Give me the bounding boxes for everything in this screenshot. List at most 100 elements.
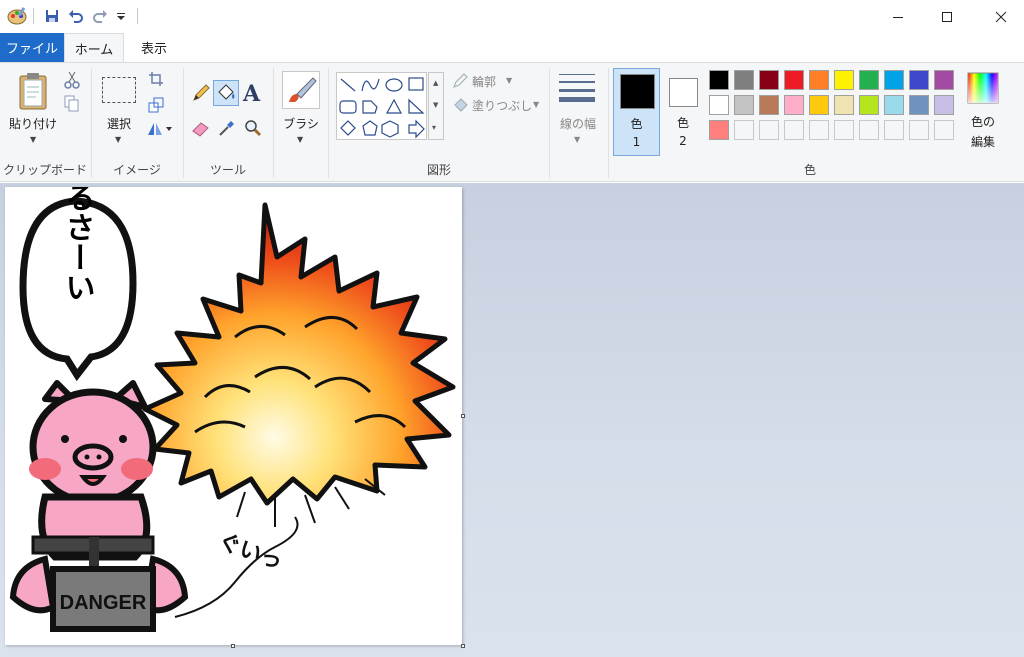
palette-swatch[interactable] bbox=[934, 95, 954, 115]
paste-label[interactable]: 貼り付け bbox=[4, 115, 62, 132]
redo-icon[interactable] bbox=[90, 6, 110, 26]
shapes-scrollbar[interactable]: ▲ ▼ ▾ bbox=[428, 72, 444, 140]
rotate-icon[interactable] bbox=[146, 121, 172, 141]
speech-text: うるさーい bbox=[60, 187, 95, 302]
minimize-icon bbox=[893, 16, 903, 18]
size-button[interactable] bbox=[558, 71, 596, 111]
size-label[interactable]: 線の幅 bbox=[553, 115, 603, 132]
tab-file[interactable]: ファイル bbox=[0, 33, 64, 62]
palette-swatch[interactable] bbox=[909, 95, 929, 115]
text-tool-icon[interactable]: A bbox=[243, 81, 260, 107]
color2-button[interactable]: 色 2 bbox=[663, 68, 703, 156]
clipboard-group-label: クリップボード bbox=[2, 163, 87, 177]
palette-swatch[interactable] bbox=[759, 70, 779, 90]
edit-colors-button[interactable] bbox=[966, 71, 1000, 105]
brushes-button[interactable] bbox=[282, 71, 320, 109]
color-spectrum-icon bbox=[967, 72, 999, 104]
pencil-icon[interactable] bbox=[191, 83, 211, 107]
color1-swatch bbox=[620, 74, 655, 109]
palette-swatch[interactable] bbox=[734, 70, 754, 90]
palette-swatch[interactable] bbox=[934, 70, 954, 90]
fill-dropdown-caret[interactable]: ▼ bbox=[533, 100, 539, 109]
select-dropdown-caret[interactable]: ▼ bbox=[115, 135, 121, 144]
palette-swatch[interactable] bbox=[834, 70, 854, 90]
select-icon[interactable] bbox=[102, 77, 136, 103]
palette-swatch[interactable] bbox=[859, 70, 879, 90]
paste-button[interactable] bbox=[14, 71, 52, 115]
palette-swatch[interactable] bbox=[784, 70, 804, 90]
color-picker-icon[interactable] bbox=[218, 119, 236, 141]
canvas-resize-handle-right[interactable] bbox=[461, 414, 465, 418]
palette-swatch-empty[interactable] bbox=[909, 120, 929, 140]
palette-swatch[interactable] bbox=[759, 95, 779, 115]
expand-icon[interactable]: ▾ bbox=[432, 123, 436, 132]
palette-swatch[interactable] bbox=[734, 95, 754, 115]
edit-colors-label[interactable]: 色の bbox=[962, 113, 1004, 130]
shapes-group-label: 図形 bbox=[426, 163, 451, 177]
brushes-label[interactable]: ブラシ bbox=[278, 115, 324, 132]
fill-icon[interactable] bbox=[452, 96, 470, 116]
palette-swatch[interactable] bbox=[909, 70, 929, 90]
palette-swatch[interactable] bbox=[784, 95, 804, 115]
eraser-icon[interactable] bbox=[191, 119, 211, 141]
line-width-icon bbox=[559, 74, 595, 102]
save-icon[interactable] bbox=[42, 6, 62, 26]
shapes-gallery-icons bbox=[339, 77, 425, 139]
sfx-text: ぐいっ bbox=[215, 529, 286, 575]
select-label[interactable]: 選択 bbox=[94, 115, 144, 132]
palette-swatch[interactable] bbox=[709, 70, 729, 90]
paint-app-icon[interactable] bbox=[6, 6, 28, 26]
minimize-button[interactable] bbox=[875, 0, 921, 33]
palette-swatch-empty[interactable] bbox=[884, 120, 904, 140]
tab-view[interactable]: 表示 bbox=[128, 33, 180, 62]
tab-home[interactable]: ホーム bbox=[64, 33, 124, 63]
palette-swatch-empty[interactable] bbox=[759, 120, 779, 140]
crop-icon[interactable] bbox=[148, 71, 164, 91]
close-button[interactable] bbox=[978, 0, 1024, 33]
palette-swatch[interactable] bbox=[859, 95, 879, 115]
shapes-gallery[interactable] bbox=[336, 72, 427, 140]
scroll-up-icon[interactable]: ▲ bbox=[433, 79, 438, 87]
group-separator bbox=[273, 68, 274, 178]
colors-group-label: 色 bbox=[803, 163, 816, 177]
color1-button[interactable]: 色 1 bbox=[613, 68, 660, 156]
size-dropdown-caret[interactable]: ▼ bbox=[574, 135, 580, 144]
work-area[interactable]: うるさーい DANGER ぐいっ bbox=[0, 183, 1024, 657]
undo-icon[interactable] bbox=[66, 6, 86, 26]
palette-swatch[interactable] bbox=[809, 95, 829, 115]
customize-toolbar-icon[interactable] bbox=[114, 6, 128, 26]
palette-swatch[interactable] bbox=[884, 70, 904, 90]
palette-swatch-empty[interactable] bbox=[784, 120, 804, 140]
canvas-resize-handle-corner[interactable] bbox=[461, 644, 465, 648]
resize-icon[interactable] bbox=[148, 97, 164, 117]
scroll-down-icon[interactable]: ▼ bbox=[433, 101, 438, 109]
outline-icon[interactable] bbox=[452, 73, 470, 93]
outline-dropdown-caret[interactable]: ▼ bbox=[506, 76, 512, 85]
palette-swatch[interactable] bbox=[709, 95, 729, 115]
group-separator bbox=[549, 68, 550, 178]
palette-swatch[interactable] bbox=[884, 95, 904, 115]
cut-icon[interactable] bbox=[64, 71, 80, 93]
image-group-label: イメージ bbox=[113, 163, 161, 177]
palette-swatch-empty[interactable] bbox=[809, 120, 829, 140]
palette-swatch-empty[interactable] bbox=[859, 120, 879, 140]
palette-swatch-empty[interactable] bbox=[834, 120, 854, 140]
edit-colors-label-2[interactable]: 編集 bbox=[962, 133, 1004, 150]
explosion bbox=[142, 202, 456, 527]
palette-swatch-empty[interactable] bbox=[734, 120, 754, 140]
magnifier-icon[interactable] bbox=[244, 119, 262, 141]
brushes-dropdown-caret[interactable]: ▼ bbox=[297, 135, 303, 144]
palette-swatch[interactable] bbox=[709, 120, 729, 140]
paste-dropdown-caret[interactable]: ▼ bbox=[30, 135, 36, 144]
group-separator bbox=[328, 68, 329, 178]
palette-swatch-empty[interactable] bbox=[934, 120, 954, 140]
palette-swatch[interactable] bbox=[834, 95, 854, 115]
fill-bucket-button[interactable] bbox=[213, 80, 239, 106]
palette-swatch[interactable] bbox=[809, 70, 829, 90]
canvas-resize-handle-bottom[interactable] bbox=[231, 644, 235, 648]
maximize-button[interactable] bbox=[924, 0, 970, 33]
copy-icon[interactable] bbox=[64, 95, 80, 117]
outline-label[interactable]: 輪郭 bbox=[472, 73, 496, 90]
drawing-canvas[interactable]: うるさーい DANGER ぐいっ bbox=[5, 187, 462, 645]
fill-label[interactable]: 塗りつぶし bbox=[472, 97, 532, 114]
